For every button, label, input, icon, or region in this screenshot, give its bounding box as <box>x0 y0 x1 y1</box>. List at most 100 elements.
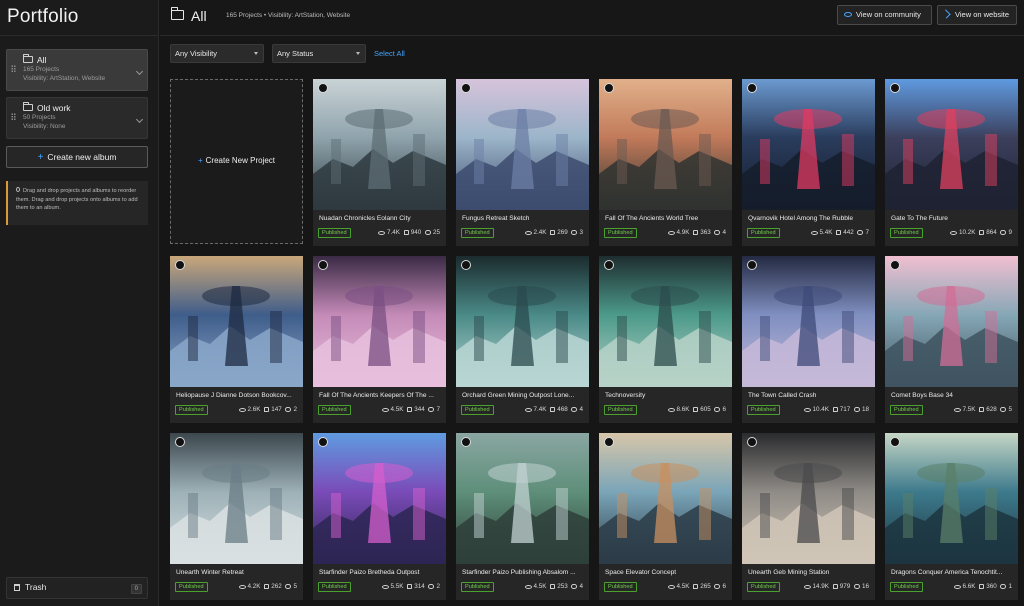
project-card[interactable]: The Town Called Crash Published 10.4K 717 … <box>742 256 875 423</box>
create-project-label: + Create New Project <box>171 156 302 165</box>
thumbs-up-icon <box>693 407 699 412</box>
project-title[interactable]: Fungus Retreat Sketch <box>462 215 584 222</box>
project-title[interactable]: Comet Boys Base 34 <box>891 392 1013 399</box>
project-title[interactable]: Heliopause J Dianne Dotson Bookcov... <box>176 392 298 399</box>
project-thumbnail[interactable] <box>456 433 589 564</box>
status-badge: Published <box>461 582 494 592</box>
select-all-link[interactable]: Select All <box>374 49 405 58</box>
folder-icon <box>23 54 33 63</box>
project-title[interactable]: Starfinder Paizo Bretheda Outpost <box>319 569 441 576</box>
folder-icon <box>23 102 33 111</box>
project-thumbnail[interactable] <box>313 79 446 210</box>
project-thumbnail[interactable] <box>885 79 1018 210</box>
status-filter[interactable]: Any Status <box>272 44 366 63</box>
project-thumbnail[interactable] <box>885 433 1018 564</box>
project-card[interactable]: Heliopause J Dianne Dotson Bookcov... Pub… <box>170 256 303 423</box>
project-title[interactable]: Space Elevator Concept <box>605 569 727 576</box>
select-checkbox[interactable] <box>747 83 757 93</box>
project-thumbnail[interactable] <box>313 256 446 387</box>
project-thumbnail[interactable] <box>599 433 732 564</box>
project-card[interactable]: Space Elevator Concept Published 4.5K 265 … <box>599 433 732 600</box>
view-count: 4.9K <box>676 229 690 236</box>
album-all[interactable]: All 165 Projects Visibility: ArtStation,… <box>6 49 148 91</box>
project-title[interactable]: Fall Of The Ancients Keepers Of The ... <box>319 392 441 399</box>
project-thumbnail[interactable] <box>170 256 303 387</box>
project-title[interactable]: The Town Called Crash <box>748 392 870 399</box>
select-checkbox[interactable] <box>890 437 900 447</box>
project-card[interactable]: Starfinder Paizo Bretheda Outpost Publish… <box>313 433 446 600</box>
project-card[interactable]: Unearth Winter Retreat Published 4.2K 262 … <box>170 433 303 600</box>
project-thumbnail[interactable] <box>599 256 732 387</box>
project-card[interactable]: Fungus Retreat Sketch Published 2.4K 269 3 <box>456 79 589 246</box>
status-badge: Published <box>604 582 637 592</box>
project-thumbnail[interactable] <box>742 79 875 210</box>
drag-handle-icon[interactable] <box>11 113 16 121</box>
select-checkbox[interactable] <box>890 260 900 270</box>
visibility-filter[interactable]: Any Visibility <box>170 44 264 63</box>
comment-icon <box>428 407 435 412</box>
select-checkbox[interactable] <box>318 437 328 447</box>
project-stats: 14.9K 979 16 <box>802 583 869 590</box>
project-thumbnail[interactable] <box>742 433 875 564</box>
select-checkbox[interactable] <box>461 260 471 270</box>
plus-icon: + <box>197 156 203 165</box>
project-title[interactable]: Qvarnovik Hotel Among The Rubble <box>748 215 870 222</box>
select-checkbox[interactable] <box>890 83 900 93</box>
project-title[interactable]: Gate To The Future <box>891 215 1013 222</box>
project-title[interactable]: Technoversity <box>605 392 727 399</box>
project-thumbnail[interactable] <box>742 256 875 387</box>
project-title[interactable]: Nuadan Chronicles Eolann City <box>319 215 441 222</box>
project-card[interactable]: Nuadan Chronicles Eolann City Published 7.… <box>313 79 446 246</box>
project-card[interactable]: Unearth Geb Mining Station Published 14.9K… <box>742 433 875 600</box>
comment-count: 7 <box>865 229 869 236</box>
select-checkbox[interactable] <box>318 260 328 270</box>
project-card[interactable]: Qvarnovik Hotel Among The Rubble Publishe… <box>742 79 875 246</box>
project-thumbnail[interactable] <box>885 256 1018 387</box>
project-card[interactable]: Gate To The Future Published 10.2K 864 9 <box>885 79 1018 246</box>
comment-count: 5 <box>293 583 297 590</box>
project-card[interactable]: Orchard Green Mining Outpost Lone... Publ… <box>456 256 589 423</box>
project-title[interactable]: Dragons Conquer America Tenochtit... <box>891 569 1013 576</box>
view-on-website-button[interactable]: View on website <box>937 5 1017 25</box>
select-checkbox[interactable] <box>604 83 614 93</box>
project-card[interactable]: Starfinder Paizo Publishing Absalom ... P… <box>456 433 589 600</box>
project-thumbnail[interactable] <box>313 433 446 564</box>
select-checkbox[interactable] <box>318 83 328 93</box>
select-checkbox[interactable] <box>747 260 757 270</box>
trash-count: 0 <box>130 584 142 594</box>
project-card[interactable]: Fall Of The Ancients World Tree Published… <box>599 79 732 246</box>
create-album-button[interactable]: + Create new album <box>6 146 148 168</box>
project-title[interactable]: Orchard Green Mining Outpost Lone... <box>462 392 584 399</box>
project-card[interactable]: Technoversity Published 8.6K 605 6 <box>599 256 732 423</box>
select-checkbox[interactable] <box>604 437 614 447</box>
project-title[interactable]: Unearth Winter Retreat <box>176 569 298 576</box>
project-card[interactable]: Comet Boys Base 34 Published 7.5K 628 5 <box>885 256 1018 423</box>
eye-icon <box>844 12 852 17</box>
view-count: 4.5K <box>676 583 690 590</box>
view-on-community-button[interactable]: View on community <box>837 5 932 25</box>
select-checkbox[interactable] <box>175 437 185 447</box>
select-checkbox[interactable] <box>461 83 471 93</box>
select-checkbox[interactable] <box>604 260 614 270</box>
drag-handle-icon[interactable] <box>11 65 16 73</box>
project-card[interactable]: Fall Of The Ancients Keepers Of The ... P… <box>313 256 446 423</box>
project-stats: 10.4K 717 18 <box>802 406 869 413</box>
select-checkbox[interactable] <box>175 260 185 270</box>
select-checkbox[interactable] <box>461 437 471 447</box>
project-card[interactable]: Dragons Conquer America Tenochtit... Publ… <box>885 433 1018 600</box>
project-thumbnail[interactable] <box>170 433 303 564</box>
trash-button[interactable]: Trash 0 <box>6 577 148 599</box>
trash-label: Trash <box>25 582 47 592</box>
album-old-work[interactable]: Old work 50 Projects Visibility: None <box>6 97 148 139</box>
select-checkbox[interactable] <box>747 437 757 447</box>
create-new-project-tile[interactable]: + Create New Project <box>170 79 303 244</box>
project-thumbnail[interactable] <box>456 256 589 387</box>
project-title[interactable]: Fall Of The Ancients World Tree <box>605 215 727 222</box>
project-thumbnail[interactable] <box>456 79 589 210</box>
project-thumbnail[interactable] <box>599 79 732 210</box>
like-count: 269 <box>557 229 568 236</box>
thumbs-up-icon <box>693 584 699 589</box>
project-title[interactable]: Starfinder Paizo Publishing Absalom ... <box>462 569 584 576</box>
thumbs-up-icon <box>407 584 413 589</box>
project-title[interactable]: Unearth Geb Mining Station <box>748 569 870 576</box>
